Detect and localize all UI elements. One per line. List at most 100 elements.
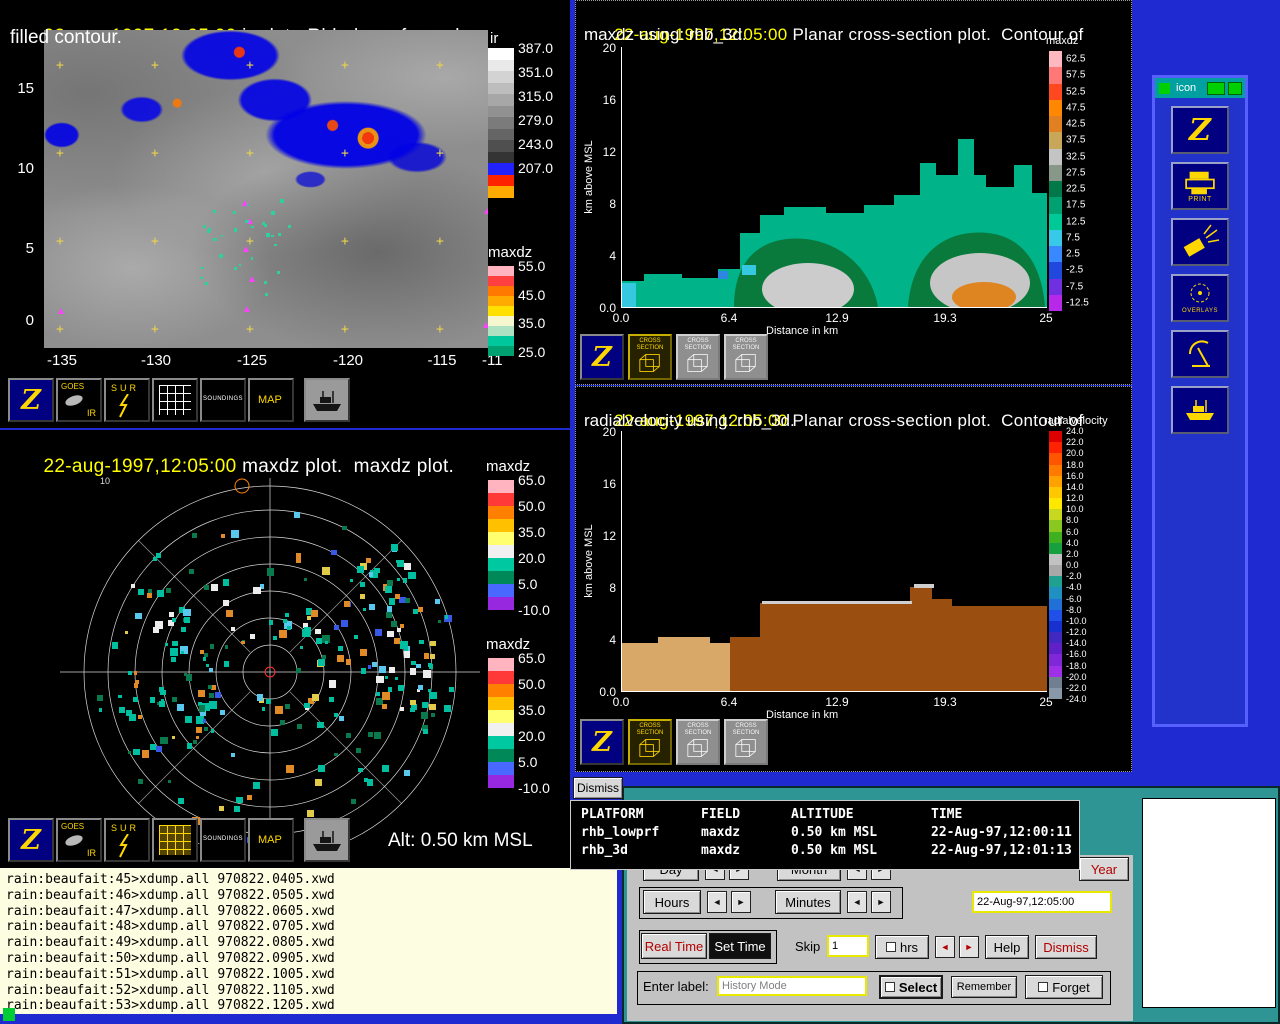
year-button[interactable]: Year [1079,857,1129,881]
colorbar-tick: 315.0 [518,88,554,104]
titlebar-menu-icon[interactable] [1159,82,1170,94]
remember-button[interactable]: Remember [951,976,1017,998]
map-button[interactable]: MAP [248,818,294,862]
minutes-button[interactable]: Minutes [775,890,841,914]
satellite-icon [64,393,84,408]
latlon-grid-cross: + [56,234,64,249]
grid-button[interactable] [152,818,198,862]
xsect-maxdz-plot[interactable] [621,47,1047,315]
colorbar-tick: 14.0 [1066,481,1084,492]
radar-overlay-dot [220,234,223,237]
zebra-logo-button[interactable]: Z [1171,106,1229,154]
select-label: Select [898,979,938,995]
datetime-field[interactable] [972,891,1112,913]
xsect-radial-plot[interactable] [621,431,1047,692]
zebra-logo-button[interactable]: Z [580,334,624,380]
radar-overlay-dot [265,292,269,296]
hours-increment[interactable]: ► [731,891,751,913]
hours-button[interactable]: Hours [643,890,701,914]
x-axis-tick: 6.4 [720,695,738,709]
skip-forward-button[interactable]: ► [959,936,979,958]
colorbar-tick: 22.5 [1066,183,1086,195]
spray-button[interactable] [1171,218,1229,266]
xterm-window[interactable]: rain:beaufait:45>xdump.all 970822.0405.x… [0,868,617,1014]
soundings-button[interactable]: SOUNDINGS [200,818,246,862]
x-axis-tick: 6.4 [720,311,738,325]
titlebar-iconify-icon[interactable] [1207,81,1225,95]
cross-section-button-1[interactable]: CROSS SECTION [628,334,672,380]
print-button[interactable]: PRINT [1171,162,1229,210]
hrs-button[interactable]: hrs [875,935,929,959]
latlon-grid-cross: + [151,146,159,161]
minutes-decrement[interactable]: ◄ [847,891,867,913]
label-field[interactable] [717,976,867,996]
colorbar-tick: 18.0 [1066,459,1084,470]
table-cell: maxdz [701,843,741,858]
cross-section-button-3[interactable]: CROSS SECTION [724,719,768,765]
forget-button[interactable]: Forget [1025,975,1103,999]
grid-button[interactable] [152,378,198,422]
colorbar-tick: -12.0 [1066,627,1087,637]
cross-section-button-2[interactable]: CROSS SECTION [676,719,720,765]
real-time-button[interactable]: Real Time [641,933,707,959]
set-time-button[interactable]: Set Time [709,933,771,959]
dismiss-button[interactable]: Dismiss [1035,935,1097,959]
titlebar-zoom-icon[interactable] [1228,81,1242,95]
cross-section-button-3[interactable]: CROSS SECTION [724,334,768,380]
colorbar-tick: -8.0 [1066,604,1082,615]
surface-button[interactable]: SUR [104,378,150,422]
colorbar-tick: 7.5 [1066,232,1080,244]
range-rings[interactable] [20,460,520,844]
colorbar-label: maxdz [1046,35,1079,47]
cross-section-button-1[interactable]: CROSS SECTION [628,719,672,765]
ppi-plot-window: 22-aug-1997,12:05:00 maxdz plot. maxdz p… [0,430,570,868]
radar-button[interactable] [1171,330,1229,378]
icon-panel-titlebar[interactable]: icon [1155,78,1245,98]
radar-overlay-dot [205,281,209,285]
minutes-increment[interactable]: ► [871,891,891,913]
terminal-line: rain:beaufait:45>xdump.all 970822.0405.x… [6,872,335,887]
ship-button[interactable] [304,378,350,422]
hours-decrement[interactable]: ◄ [707,891,727,913]
radar-overlay-dot [208,227,212,232]
skip-field[interactable] [827,935,869,957]
surface-button[interactable]: SUR [104,818,150,862]
y-axis-tick: 15 [17,80,34,97]
select-button[interactable]: Select [879,975,943,999]
y-axis-tick: 4 [609,633,616,647]
platform-marker-icon: ▲ [241,244,251,255]
radar-overlay-dot [250,225,254,229]
soundings-button[interactable]: SOUNDINGS [200,378,246,422]
skip-back-button[interactable]: ◄ [935,936,955,958]
zebra-logo-button[interactable]: Z [8,378,54,422]
colorbar-tick: 0.0 [1066,560,1079,570]
radar-overlay-dot [265,232,270,237]
ship-button[interactable] [304,818,350,862]
colorbar-tick: 6.0 [1066,526,1079,537]
y-axis-tick: 10 [17,160,34,177]
cross-section-button-2[interactable]: CROSS SECTION [676,334,720,380]
goes-ir-button[interactable]: GOES IR [56,378,102,422]
help-button[interactable]: Help [985,935,1029,959]
dismiss-button[interactable]: Dismiss [573,777,623,799]
overlays-button[interactable]: OVERLAYS [1171,274,1229,322]
maxdz-colorbar-2: 65.0 50.0 35.0 20.0 5.0 -10.0 [488,650,550,796]
table-cell: rhb_3d [581,843,628,858]
radar-overlay-dot [201,267,204,270]
platform-marker-icon: ▲ [247,274,257,285]
terminal-line: rain:beaufait:52>xdump.all 970822.1105.x… [6,982,335,998]
radar-overlay-dot [279,199,284,204]
ship-button[interactable] [1171,386,1229,434]
zebra-logo-button[interactable]: Z [580,719,624,765]
cube-icon [687,739,708,757]
column-header: TIME [931,807,963,822]
zebra-logo-button[interactable]: Z [8,818,54,862]
column-header: FIELD [701,807,741,822]
y-axis-tick: 4 [609,249,616,263]
goes-ir-button[interactable]: GOES IR [56,818,102,862]
satellite-image[interactable]: + + + + + + + + + + + + + + + + + + + + ▲ ▲ ▲ ▲ ▲ ▲ ▲ ▲ [44,30,488,348]
map-button[interactable]: MAP [248,378,294,422]
ir-window-title-line2: filled contour. [10,27,122,48]
colorbar-tick: -4.0 [1066,582,1082,593]
title-text: Planar cross-section plot. Contour of [787,411,1084,430]
